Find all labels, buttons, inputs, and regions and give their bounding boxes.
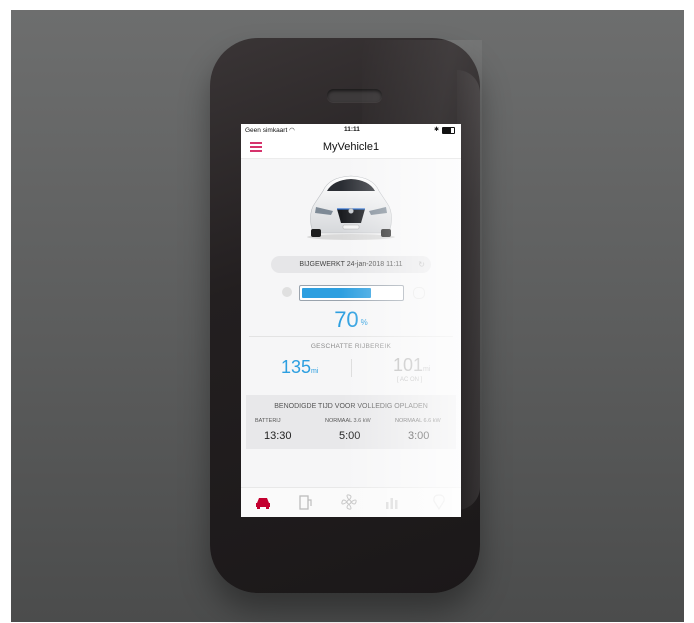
battery-status-icon: [442, 127, 455, 134]
updated-label: BIJGEWERKT: [299, 261, 345, 268]
divider: [249, 336, 453, 337]
charge-time-title: BENODIGDE TIJD VOOR VOLLEDIG OPLADEN: [274, 403, 428, 410]
charge-col-label: NORMAAL 6.6 kW: [395, 418, 441, 424]
last-updated-pill[interactable]: BIJGEWERKT 24-jan-2018 11:11 ↻: [271, 256, 431, 273]
phone-speaker: [327, 89, 382, 102]
range-divider: [351, 359, 352, 377]
charge-col-label: NORMAAL 3.6 kW: [325, 418, 371, 424]
carrier-label: Geen simkaart ◠: [245, 127, 295, 134]
range-primary-value: 135: [281, 357, 312, 377]
bluetooth-icon: ✱: [433, 127, 439, 133]
plug-icon: [282, 287, 292, 297]
ac-on-label: [ AC ON ]: [397, 377, 423, 383]
charge-col-value: 13:30: [264, 430, 292, 442]
phone-screen: Geen simkaart ◠ 11:11 ✱ MyVehicle1 BIJGE…: [241, 124, 461, 517]
range-secondary: 101mi: [393, 355, 430, 376]
battery-percent-unit: %: [360, 318, 368, 327]
fan-icon[interactable]: [339, 492, 359, 512]
map-pin-icon[interactable]: [429, 492, 449, 512]
tab-bar: [241, 487, 461, 517]
status-bar: Geen simkaart ◠ 11:11 ✱: [241, 124, 461, 136]
charge-col-value: 3:00: [408, 430, 430, 442]
charge-timer-icon: [413, 287, 425, 299]
battery-percent-value: 70: [334, 307, 359, 332]
updated-timestamp: 24-jan-2018 11:11: [346, 261, 403, 268]
battery-percent: 70%: [241, 307, 461, 333]
range-label: GESCHATTE RIJBEREIK: [310, 343, 392, 350]
wifi-icon: ◠: [289, 127, 295, 134]
range-primary-unit: mi: [311, 368, 319, 375]
charge-col-value: 5:00: [339, 430, 361, 442]
page-title: MyVehicle1: [322, 141, 380, 153]
battery-fill: [302, 288, 372, 298]
status-time: 11:11: [344, 126, 360, 133]
nav-bar: MyVehicle1: [241, 136, 461, 159]
range-primary: 135mi: [281, 357, 318, 378]
car-icon[interactable]: [253, 492, 273, 512]
charge-col-label: BATTERIJ: [255, 418, 281, 424]
refresh-icon[interactable]: ↻: [418, 256, 425, 273]
vehicle-image: [307, 175, 395, 240]
stats-icon[interactable]: [382, 492, 402, 512]
battery-row: [241, 284, 461, 302]
range-secondary-value: 101: [393, 355, 424, 375]
range-secondary-unit: mi: [423, 366, 431, 373]
charging-station-icon[interactable]: [296, 492, 316, 512]
vehicle-dashboard: BIJGEWERKT 24-jan-2018 11:11 ↻ 70% GESCH…: [241, 159, 461, 487]
battery-gauge: [299, 285, 404, 301]
charge-time-panel: BENODIGDE TIJD VOOR VOLLEDIG OPLADEN BAT…: [246, 395, 456, 449]
